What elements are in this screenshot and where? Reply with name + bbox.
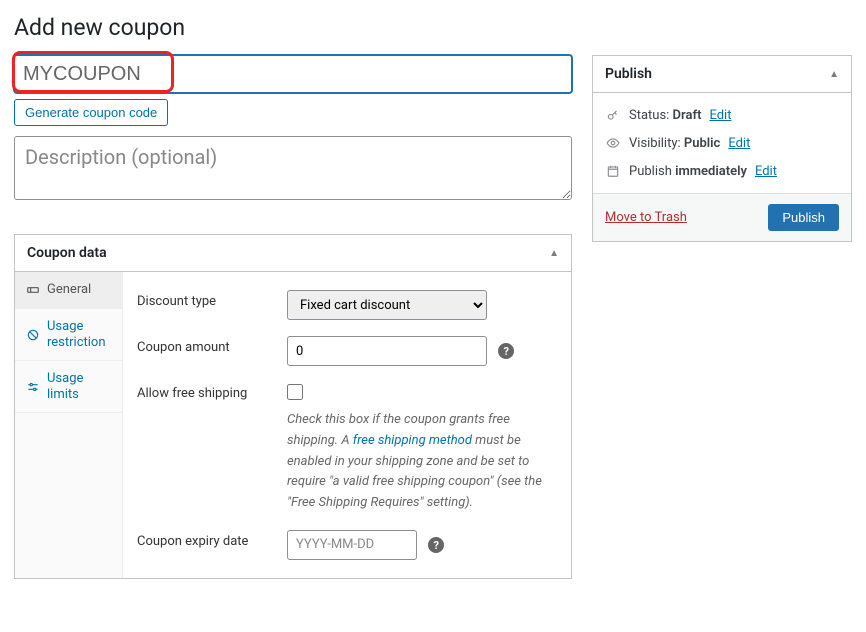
free-shipping-label: Allow free shipping (137, 382, 287, 401)
publish-toggle[interactable]: Publish ▲ (593, 56, 851, 93)
publish-button[interactable]: Publish (768, 204, 839, 231)
chevron-up-icon: ▲ (549, 248, 559, 259)
ticket-icon (25, 282, 41, 298)
chevron-up-icon: ▲ (829, 69, 839, 80)
free-shipping-hint: Check this box if the coupon grants free… (287, 410, 557, 514)
status-text: Status: Draft (629, 108, 701, 123)
metabox-title: Coupon data (27, 245, 107, 261)
discount-type-label: Discount type (137, 290, 287, 309)
tab-label: Usage restriction (47, 319, 112, 350)
coupon-amount-label: Coupon amount (137, 336, 287, 355)
page-title: Add new coupon (14, 14, 852, 41)
coupon-data-toggle[interactable]: Coupon data ▲ (15, 235, 571, 272)
edit-status-link[interactable]: Edit (709, 108, 731, 123)
tab-usage-limits[interactable]: Usage limits (15, 361, 122, 413)
schedule-text: Publish immediately (629, 164, 747, 179)
publish-metabox: Publish ▲ Status: Draft Edit (592, 55, 852, 242)
eye-icon (605, 135, 621, 151)
discount-type-select[interactable]: Fixed cart discount (287, 290, 487, 320)
edit-schedule-link[interactable]: Edit (755, 164, 777, 179)
coupon-amount-input[interactable] (287, 336, 487, 366)
coupon-code-input[interactable] (14, 55, 572, 93)
generate-code-button[interactable]: Generate coupon code (14, 99, 168, 126)
tab-label: General (47, 282, 91, 298)
help-icon[interactable]: ? (498, 343, 514, 359)
coupon-data-metabox: Coupon data ▲ General Usage re (14, 234, 572, 579)
tab-general[interactable]: General (15, 272, 122, 309)
tab-usage-restriction[interactable]: Usage restriction (15, 309, 122, 361)
key-icon (605, 107, 621, 123)
free-shipping-method-link[interactable]: free shipping method (353, 433, 472, 448)
description-textarea[interactable] (14, 136, 572, 200)
calendar-icon (605, 163, 621, 179)
metabox-title: Publish (605, 66, 652, 82)
expiry-label: Coupon expiry date (137, 530, 287, 549)
ban-icon (25, 327, 41, 343)
expiry-date-input[interactable] (287, 530, 417, 560)
visibility-text: Visibility: Public (629, 136, 720, 151)
edit-visibility-link[interactable]: Edit (728, 136, 750, 151)
move-to-trash-link[interactable]: Move to Trash (605, 210, 687, 225)
help-icon[interactable]: ? (428, 537, 444, 553)
free-shipping-checkbox[interactable] (287, 384, 303, 400)
sliders-icon (25, 379, 41, 395)
tab-label: Usage limits (47, 371, 112, 402)
